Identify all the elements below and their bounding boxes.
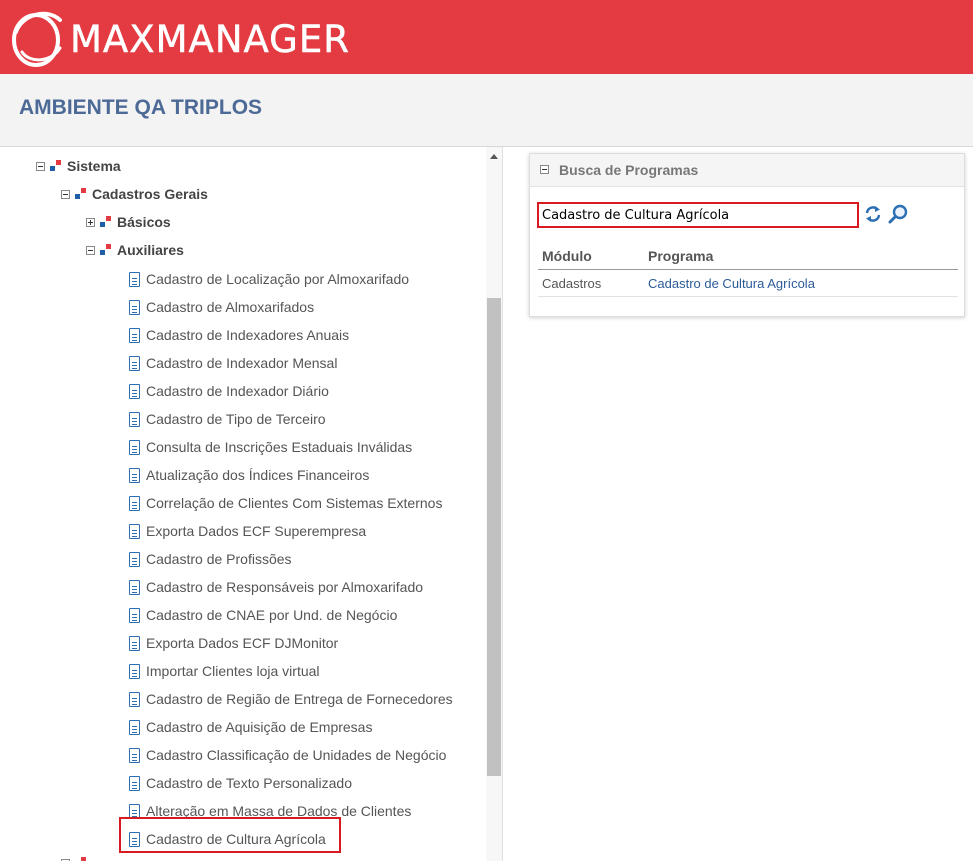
document-icon xyxy=(129,467,140,483)
program-label: Cadastro Classificação de Unidades de Ne… xyxy=(146,747,447,763)
program-label: Cadastro de Localização por Almoxarifado xyxy=(146,271,410,287)
top-header: MAXMANAGER xyxy=(0,0,973,74)
program-label: Cadastro de Almoxarifados xyxy=(146,299,315,315)
tree-leaf-program[interactable]: Cadastro de Indexador Mensal xyxy=(129,351,337,375)
cell-module: Cadastros xyxy=(538,269,644,297)
tree-leaf-program[interactable]: Cadastro Classificação de Unidades de Ne… xyxy=(129,743,446,767)
expand-toggle-icon[interactable] xyxy=(86,217,95,227)
search-icon[interactable] xyxy=(887,203,909,225)
document-icon xyxy=(129,299,140,315)
document-icon xyxy=(129,747,140,763)
refresh-icon[interactable] xyxy=(862,203,884,225)
table-row[interactable]: Cadastros Cadastro de Cultura Agrícola xyxy=(538,269,958,297)
brand-name: MAXMANAGER xyxy=(70,18,350,62)
module-icon xyxy=(50,160,64,172)
program-label: Cadastro de CNAE por Und. de Negócio xyxy=(146,607,398,623)
tree-node-label: Cadastros Gerais xyxy=(92,186,208,202)
module-icon xyxy=(75,857,89,861)
program-label: Cadastro de Profissões xyxy=(146,551,292,567)
document-icon xyxy=(129,635,140,651)
program-label: Cadastro de Indexador Diário xyxy=(146,383,329,399)
document-icon xyxy=(129,551,140,567)
document-icon xyxy=(129,411,140,427)
tree-leaf-program[interactable]: Exporta Dados ECF DJMonitor xyxy=(129,631,338,655)
program-label: Cadastro de Região de Entrega de Fornece… xyxy=(146,691,453,707)
tree-leaf-program[interactable]: Cadastro de Responsáveis por Almoxarifad… xyxy=(129,575,423,599)
tree-scrollbar-thumb[interactable] xyxy=(487,298,501,776)
program-label: Exporta Dados ECF Superempresa xyxy=(146,523,367,539)
program-tree: Sistema Cadastros Gerais Básicos Auxilia… xyxy=(0,147,503,861)
document-icon xyxy=(129,607,140,623)
tree-leaf-program[interactable]: Cadastro de CNAE por Und. de Negócio xyxy=(129,603,397,627)
document-icon xyxy=(129,775,140,791)
document-icon xyxy=(129,355,140,371)
column-header-program: Programa xyxy=(644,243,958,270)
document-icon xyxy=(129,663,140,679)
program-label: Consulta de Inscrições Estaduais Inválid… xyxy=(146,439,413,455)
tree-leaf-program[interactable]: Cadastro de Região de Entrega de Fornece… xyxy=(129,687,453,711)
tree-leaf-program[interactable]: Correlação de Clientes Com Sistemas Exte… xyxy=(129,491,442,515)
tree-leaf-program[interactable]: Cadastro de Indexador Diário xyxy=(129,379,329,403)
document-icon xyxy=(129,327,140,343)
module-icon xyxy=(100,244,114,256)
tree-leaf-program[interactable]: Cadastro de Localização por Almoxarifado xyxy=(129,267,409,291)
program-label: Cadastro de Aquisição de Empresas xyxy=(146,719,373,735)
tree-leaf-program[interactable]: Importar Clientes loja virtual xyxy=(129,659,320,683)
tree-leaf-program[interactable]: Cadastro de Tipo de Terceiro xyxy=(129,407,326,431)
collapse-toggle-icon[interactable] xyxy=(36,161,45,171)
program-label: Cadastro de Indexadores Anuais xyxy=(146,327,350,343)
environment-bar: AMBIENTE QA TRIPLOS xyxy=(0,74,973,147)
program-label: Cadastro de Texto Personalizado xyxy=(146,775,352,791)
document-icon xyxy=(129,523,140,539)
tree-node-label: Sistema xyxy=(67,158,121,174)
tree-node-sistema[interactable]: Sistema xyxy=(36,154,121,178)
table-header-row: Módulo Programa xyxy=(538,243,958,270)
tree-leaf-program[interactable]: Cadastro de Texto Personalizado xyxy=(129,771,352,795)
cell-program-link[interactable]: Cadastro de Cultura Agrícola xyxy=(644,269,958,297)
document-icon xyxy=(129,439,140,455)
program-label: Cadastro de Indexador Mensal xyxy=(146,355,338,371)
program-label: Cadastro de Tipo de Terceiro xyxy=(146,411,326,427)
tree-node-label: Básicos xyxy=(117,214,171,230)
program-label: Cadastro de Responsáveis por Almoxarifad… xyxy=(146,579,424,595)
collapse-toggle-icon[interactable] xyxy=(61,189,70,199)
environment-title: AMBIENTE QA TRIPLOS xyxy=(19,96,263,119)
module-icon xyxy=(100,216,114,228)
tree-leaf-program[interactable]: Consulta de Inscrições Estaduais Inválid… xyxy=(129,435,412,459)
tree-node-cadastros-gerais[interactable]: Cadastros Gerais xyxy=(61,182,208,206)
module-icon xyxy=(75,188,89,200)
panel-header: Busca de Programas xyxy=(530,154,964,187)
program-label: Correlação de Clientes Com Sistemas Exte… xyxy=(146,495,443,511)
document-icon xyxy=(129,271,140,287)
program-search-panel: Busca de Programas Módulo Programa Cadas… xyxy=(529,153,965,317)
tree-node-label: Auxiliares xyxy=(117,242,184,258)
program-label: Exporta Dados ECF DJMonitor xyxy=(146,635,339,651)
document-icon xyxy=(129,383,140,399)
tree-node-partial[interactable] xyxy=(61,851,92,861)
program-search-input[interactable] xyxy=(537,202,859,228)
document-icon xyxy=(129,691,140,707)
scroll-up-arrow-icon[interactable] xyxy=(490,154,498,159)
maxmanager-logo-icon xyxy=(12,11,62,67)
program-label: Importar Clientes loja virtual xyxy=(146,663,320,679)
document-icon xyxy=(129,495,140,511)
tree-leaf-program[interactable]: Cadastro de Almoxarifados xyxy=(129,295,314,319)
tree-leaf-program[interactable]: Atualização dos Índices Financeiros xyxy=(129,463,369,487)
document-icon xyxy=(129,579,140,595)
tree-leaf-program[interactable]: Cadastro de Profissões xyxy=(129,547,292,571)
tree-leaf-program[interactable]: Cadastro de Aquisição de Empresas xyxy=(129,715,372,739)
collapse-panel-icon[interactable] xyxy=(540,165,549,174)
highlight-box xyxy=(119,817,341,853)
tree-leaf-program[interactable]: Exporta Dados ECF Superempresa xyxy=(129,519,366,543)
tree-leaf-program[interactable]: Cadastro de Indexadores Anuais xyxy=(129,323,349,347)
column-header-module: Módulo xyxy=(538,243,644,270)
document-icon xyxy=(129,719,140,735)
collapse-toggle-icon[interactable] xyxy=(86,245,95,255)
search-results-table: Módulo Programa Cadastros Cadastro de Cu… xyxy=(538,243,958,297)
program-label: Atualização dos Índices Financeiros xyxy=(146,467,370,483)
tree-node-auxiliares[interactable]: Auxiliares xyxy=(86,238,184,262)
panel-title: Busca de Programas xyxy=(559,162,699,178)
tree-node-basicos[interactable]: Básicos xyxy=(86,210,171,234)
